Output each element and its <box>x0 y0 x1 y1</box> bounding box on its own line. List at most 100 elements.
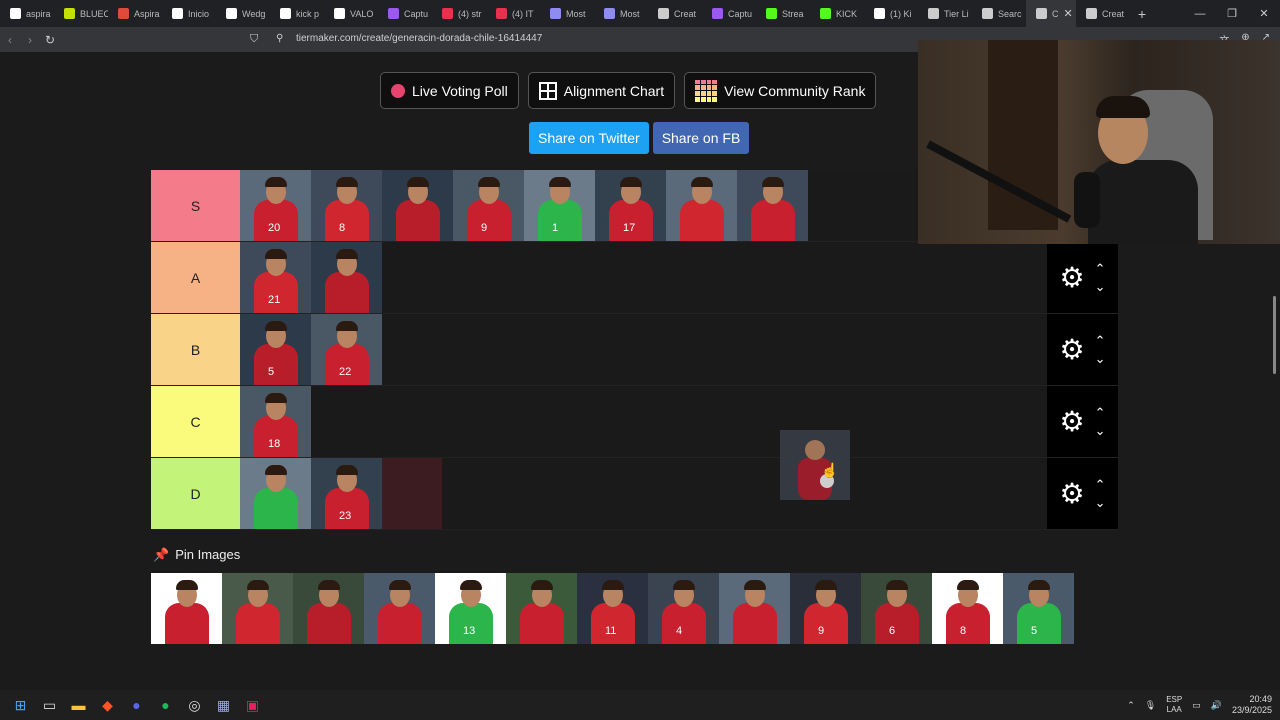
brave-browser-icon[interactable]: ◆ <box>93 690 122 720</box>
browser-tab[interactable]: aspira <box>0 0 54 27</box>
player-image[interactable]: 9 <box>790 573 861 644</box>
player-image[interactable] <box>666 170 737 241</box>
windows-start-icon[interactable]: ⊞ <box>6 690 35 720</box>
calculator-icon[interactable]: ▦ <box>209 690 238 720</box>
tier-items[interactable]: 5 22 <box>240 314 1047 385</box>
player-image[interactable] <box>293 573 364 644</box>
player-image[interactable] <box>382 170 453 241</box>
close-tab-icon[interactable]: ✕ <box>1064 7 1077 20</box>
dragging-player-image[interactable] <box>780 430 850 500</box>
live-voting-poll-button[interactable]: Live Voting Poll <box>380 72 519 109</box>
browser-tab[interactable]: Inicio <box>162 0 216 27</box>
browser-tab[interactable]: Most <box>594 0 648 27</box>
move-down-icon[interactable]: ⌄ <box>1095 424 1106 437</box>
gear-icon[interactable]: ⚙ <box>1059 261 1084 294</box>
player-image[interactable] <box>151 573 222 644</box>
move-down-icon[interactable]: ⌄ <box>1095 280 1106 293</box>
reload-icon[interactable]: ↻ <box>40 33 60 47</box>
player-image[interactable] <box>222 573 293 644</box>
player-image[interactable]: 6 <box>861 573 932 644</box>
obs-icon[interactable]: ◎ <box>180 690 209 720</box>
browser-tab[interactable]: Searc <box>972 0 1026 27</box>
browser-tab[interactable]: C ✕ <box>1026 0 1076 27</box>
back-icon[interactable]: ‹ <box>0 33 20 47</box>
move-down-icon[interactable]: ⌄ <box>1095 496 1106 509</box>
browser-tab[interactable]: KICK <box>810 0 864 27</box>
browser-tab[interactable]: BLUEC <box>54 0 108 27</box>
browser-tab[interactable]: Creat <box>648 0 702 27</box>
task-view-icon[interactable]: ▭ <box>35 690 64 720</box>
move-up-icon[interactable]: ⌃ <box>1095 262 1106 275</box>
player-image[interactable]: 18 <box>240 386 311 457</box>
bookmark-icon[interactable]: ⛉ <box>250 33 258 46</box>
tier-label[interactable]: D <box>151 458 240 529</box>
mic-icon[interactable]: 🎙 <box>1145 700 1156 711</box>
minimize-icon[interactable]: — <box>1184 0 1216 27</box>
page-scrollbar[interactable] <box>1270 292 1280 374</box>
player-image[interactable]: 17 <box>595 170 666 241</box>
language-indicator[interactable]: ESP LAA <box>1166 695 1182 715</box>
file-explorer-icon[interactable]: ▬ <box>64 690 93 720</box>
player-image[interactable]: 4 <box>648 573 719 644</box>
network-icon[interactable]: ▭ <box>1192 700 1201 711</box>
browser-tab[interactable]: Most <box>540 0 594 27</box>
player-image[interactable] <box>364 573 435 644</box>
tier-items[interactable]: 23 <box>240 458 1047 529</box>
move-up-icon[interactable]: ⌃ <box>1095 334 1106 347</box>
gear-icon[interactable]: ⚙ <box>1059 477 1084 510</box>
browser-tab[interactable]: Tier Li <box>918 0 972 27</box>
player-image[interactable] <box>719 573 790 644</box>
player-image[interactable]: 22 <box>311 314 382 385</box>
player-image[interactable] <box>506 573 577 644</box>
browser-tab[interactable]: Strea <box>756 0 810 27</box>
close-window-icon[interactable]: ✕ <box>1248 0 1280 27</box>
browser-tab[interactable]: Wedg <box>216 0 270 27</box>
player-image[interactable]: 20 <box>240 170 311 241</box>
browser-tab[interactable]: Creat <box>1076 0 1130 27</box>
tier-label[interactable]: S <box>151 170 240 241</box>
move-up-icon[interactable]: ⌃ <box>1095 406 1106 419</box>
share-fb-button[interactable]: Share on FB <box>652 122 750 154</box>
player-image[interactable]: 5 <box>1003 573 1074 644</box>
tier-items[interactable]: 18 <box>240 386 1047 457</box>
player-image[interactable]: 8 <box>311 170 382 241</box>
app-icon[interactable]: ▣ <box>238 690 267 720</box>
move-up-icon[interactable]: ⌃ <box>1095 478 1106 491</box>
browser-tab[interactable]: (1) Ki <box>864 0 918 27</box>
chevron-up-icon[interactable]: ⌃ <box>1127 700 1135 711</box>
discord-icon[interactable]: ● <box>122 690 151 720</box>
player-image[interactable]: 9 <box>453 170 524 241</box>
volume-icon[interactable]: 🔊 <box>1211 700 1222 711</box>
player-image[interactable]: 5 <box>240 314 311 385</box>
browser-tab[interactable]: (4) str <box>432 0 486 27</box>
player-image[interactable]: 23 <box>311 458 382 529</box>
url-field[interactable]: tiermaker.com/create/generacin-dorada-ch… <box>296 33 542 44</box>
player-image[interactable]: 11 <box>577 573 648 644</box>
forward-icon[interactable]: › <box>20 33 40 47</box>
player-image[interactable] <box>240 458 311 529</box>
share-twitter-button[interactable]: Share on Twitter <box>529 122 649 154</box>
browser-tab[interactable]: VALO <box>324 0 378 27</box>
restore-icon[interactable]: ❐ <box>1216 0 1248 27</box>
spotify-icon[interactable]: ● <box>151 690 180 720</box>
browser-tab[interactable]: (4) IT <box>486 0 540 27</box>
new-tab-button[interactable]: + <box>1130 6 1154 22</box>
tier-label[interactable]: B <box>151 314 240 385</box>
gear-icon[interactable]: ⚙ <box>1059 405 1084 438</box>
player-image[interactable]: 1 <box>524 170 595 241</box>
browser-tab[interactable]: Captu <box>378 0 432 27</box>
alignment-chart-button[interactable]: Alignment Chart <box>527 72 676 109</box>
tier-label[interactable]: A <box>151 242 240 313</box>
site-info-icon[interactable]: ⚲ <box>276 33 283 44</box>
tier-items[interactable]: 21 <box>240 242 1047 313</box>
browser-tab[interactable]: Aspira <box>108 0 162 27</box>
gear-icon[interactable]: ⚙ <box>1059 333 1084 366</box>
player-image[interactable] <box>737 170 808 241</box>
community-rank-button[interactable]: View Community Rank <box>684 72 877 109</box>
clock[interactable]: 20:49 23/9/2025 <box>1232 694 1272 716</box>
tier-label[interactable]: C <box>151 386 240 457</box>
move-down-icon[interactable]: ⌄ <box>1095 352 1106 365</box>
player-image[interactable]: 8 <box>932 573 1003 644</box>
player-image[interactable] <box>311 242 382 313</box>
browser-tab[interactable]: Captu <box>702 0 756 27</box>
